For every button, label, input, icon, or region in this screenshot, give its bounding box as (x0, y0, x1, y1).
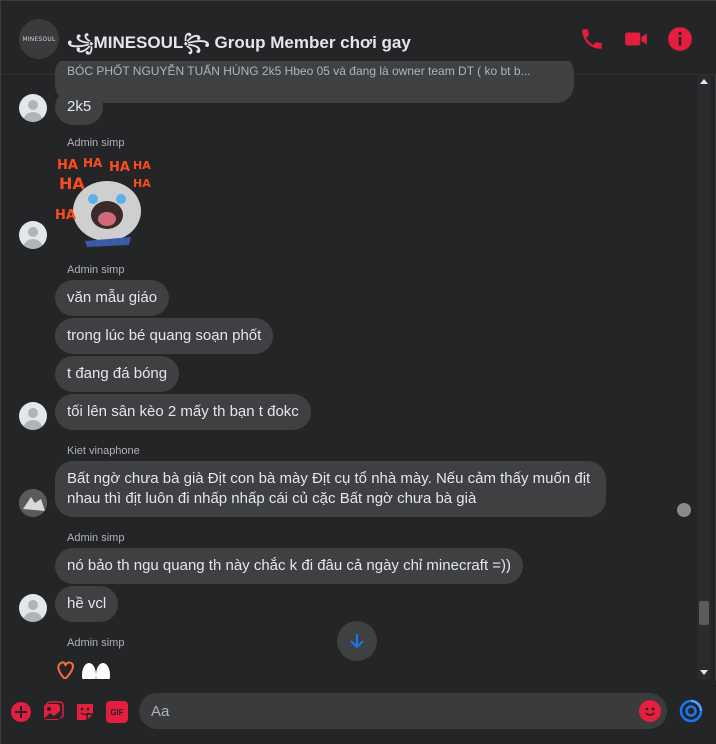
avatar-photo-icon (19, 489, 47, 517)
gif-label: GIF (110, 707, 124, 717)
sender-name: Kiet vinaphone (67, 445, 140, 457)
avatar[interactable] (19, 221, 47, 249)
svg-text:HA: HA (57, 158, 78, 173)
avatar-body-shape (23, 420, 43, 430)
message-text: BÓC PHỐT NGUYỄN TUẤN HÙNG 2k5 Hbeo 05 và… (67, 64, 531, 78)
svg-text:HA: HA (59, 174, 85, 193)
avatar-head-shape (28, 100, 38, 110)
avatar-body-shape (23, 112, 43, 122)
sender-name: Admin simp (67, 264, 125, 276)
message-scrollbar[interactable] (697, 75, 711, 679)
add-icon[interactable] (10, 701, 32, 723)
group-avatar[interactable]: MINESOUL (19, 19, 59, 59)
smiley-face-icon (645, 707, 655, 716)
avatar[interactable] (19, 402, 47, 430)
message-bubble[interactable]: Bất ngờ chưa bà già Địt con bà mày Địt c… (55, 461, 606, 517)
video-camera-icon[interactable] (623, 26, 649, 52)
avatar[interactable] (19, 594, 47, 622)
avatar[interactable] (19, 489, 47, 517)
message-text: trong lúc bé quang soạn phốt (67, 327, 262, 344)
message-text: nó bảo th ngu quang th này chắc k đi đâu… (67, 557, 512, 574)
avatar-head-shape (28, 408, 38, 418)
avatar[interactable] (19, 94, 47, 122)
phone-icon[interactable] (579, 26, 605, 52)
group-title[interactable]: ꧁MINESOUL꧂ Group Member chơi gay (67, 29, 411, 64)
message-text: Bất ngờ chưa bà già Địt con bà mày Địt c… (67, 470, 591, 507)
message-text: tối lên sân kèo 2 mấy th bạn t đokc (67, 403, 299, 420)
image-icon[interactable] (42, 701, 64, 723)
quick-reaction-icon[interactable] (679, 699, 703, 723)
avatar-body-shape (23, 239, 43, 249)
message-text: 2k5 (67, 98, 92, 115)
message-bubble[interactable]: hề vcl (55, 586, 119, 622)
message-text: văn mẫu giáo (67, 289, 158, 306)
message-text: t đang đá bóng (67, 365, 168, 382)
avatar-body-shape (23, 612, 43, 622)
avatar-head-shape (28, 227, 38, 237)
message-composer: GIF (1, 681, 716, 744)
sticker-icon[interactable] (74, 701, 96, 723)
avatar-head-shape (28, 600, 38, 610)
message-list[interactable]: BÓC PHỐT NGUYỄN TUẤN HÙNG 2k5 Hbeo 05 và… (1, 61, 697, 679)
sender-name: Admin simp (67, 637, 125, 649)
heart-sticker-icon[interactable] (55, 657, 115, 679)
message-text: hề vcl (67, 595, 107, 612)
emoji-icon[interactable] (639, 700, 661, 722)
info-icon[interactable] (667, 26, 693, 52)
svg-text:HA: HA (83, 156, 103, 170)
group-avatar-logo: MINESOUL (22, 35, 56, 43)
svg-text:HA: HA (109, 160, 130, 175)
chat-window: MINESOUL ꧁MINESOUL꧂ Group Member chơi ga… (0, 0, 716, 744)
message-bubble[interactable]: 2k5 (55, 89, 104, 125)
gif-icon[interactable]: GIF (106, 701, 128, 723)
scroll-to-bottom-button[interactable] (337, 621, 377, 661)
message-bubble[interactable]: t đang đá bóng (55, 356, 180, 392)
message-bubble[interactable]: trong lúc bé quang soạn phốt (55, 318, 274, 354)
sticker-laughing-cat-icon[interactable]: HA HA HA HA HA HA HA (55, 153, 151, 249)
message-bubble[interactable]: BÓC PHỐT NGUYỄN TUẤN HÙNG 2k5 Hbeo 05 và… (55, 61, 574, 103)
svg-text:HA: HA (133, 159, 151, 172)
message-bubble[interactable]: nó bảo th ngu quang th này chắc k đi đâu… (55, 548, 524, 584)
scroll-up-arrow[interactable] (700, 79, 708, 84)
scroll-down-arrow[interactable] (700, 670, 708, 675)
seen-indicator-avatar (677, 503, 691, 517)
svg-text:HA: HA (133, 177, 151, 190)
message-input[interactable] (139, 693, 667, 729)
svg-text:HA: HA (55, 208, 76, 223)
arrow-down-icon (350, 634, 364, 649)
message-bubble[interactable]: văn mẫu giáo (55, 280, 170, 316)
sender-name: Admin simp (67, 532, 125, 544)
sender-name: Admin simp (67, 137, 125, 149)
scroll-thumb[interactable] (699, 601, 709, 625)
message-bubble[interactable]: tối lên sân kèo 2 mấy th bạn t đokc (55, 394, 311, 430)
